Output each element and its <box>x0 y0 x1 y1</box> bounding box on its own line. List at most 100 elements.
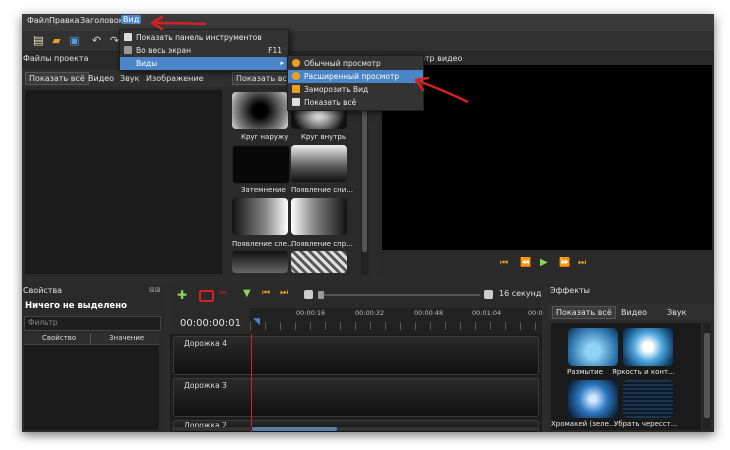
transition-label: Появление сле... <box>232 240 294 248</box>
effect-thumb-blur[interactable] <box>568 328 618 366</box>
timeline-h-scrollbar[interactable] <box>172 427 539 431</box>
timeline-toolbar: ✚ ✂ ▼ ⏮ ⏭ 16 секунд <box>170 287 542 305</box>
submenu-arrow-icon: ▸ <box>280 59 284 67</box>
timeline-ruler[interactable]: 00:00:16 00:00:32 00:00:48 00:01:04 00:0 <box>250 308 543 334</box>
effect-thumb-chromakey[interactable] <box>568 380 618 418</box>
tab-effects-show-all[interactable]: Показать всё <box>552 306 616 319</box>
effects-title: Эффекты <box>550 286 590 295</box>
transition-thumb-partial[interactable] <box>232 251 288 273</box>
effects-panel: Эффекты Показать всё Видео Звук Размытие… <box>548 284 714 432</box>
menu-fullscreen-label: Во весь экран <box>136 46 191 55</box>
track-label: Дорожка 4 <box>184 339 227 348</box>
zoom-in-icon[interactable] <box>484 290 493 299</box>
col-value[interactable]: Значение <box>109 334 144 342</box>
transition-label: Круг наружу <box>241 133 289 141</box>
project-files-list[interactable] <box>25 90 222 274</box>
track-4[interactable]: Дорожка 4 <box>173 336 539 375</box>
jump-end-icon[interactable]: ⏭ <box>578 258 586 268</box>
open-project-icon[interactable]: ▰ <box>50 34 63 47</box>
menu-simple-view[interactable]: Обычный просмотр <box>288 57 423 70</box>
effects-tabs: Показать всё Видео Звук <box>548 304 714 320</box>
fast-forward-icon[interactable]: ⏩ <box>559 258 570 268</box>
effects-list: Размытие Яркость и конт... Хромакей (зел… <box>551 323 701 430</box>
zoom-duration-label: 16 секунд <box>499 289 542 298</box>
radio-icon <box>292 72 300 80</box>
effect-thumb-deinterlace[interactable] <box>623 380 673 418</box>
effects-scrollbar[interactable] <box>703 323 711 430</box>
checkbox-icon <box>124 33 132 41</box>
ruler-tick: 00:01:04 <box>472 309 502 317</box>
tab-effects-video[interactable]: Видео <box>621 308 647 317</box>
next-marker-icon[interactable]: ⏭ <box>280 288 288 298</box>
track-3[interactable]: Дорожка 3 <box>173 378 539 417</box>
preview-title: отр видео <box>420 54 463 63</box>
ruler-tick: 00:00:16 <box>296 309 326 317</box>
transition-thumb-circle-out[interactable] <box>232 92 288 129</box>
zoom-out-icon[interactable] <box>304 290 313 299</box>
transitions-scrollbar[interactable] <box>361 90 368 274</box>
ruler-tick: 00:00:48 <box>414 309 444 317</box>
effect-thumb-brightness[interactable] <box>623 328 673 366</box>
fullscreen-shortcut: F11 <box>268 46 282 55</box>
transition-thumb-stripes[interactable] <box>291 251 347 273</box>
play-icon[interactable]: ▶ <box>540 257 548 268</box>
annotation-arrow-advanced-icon <box>414 76 469 104</box>
menu-show-all-docks[interactable]: Показать всё <box>288 96 423 109</box>
project-files-title: Файлы проекта <box>23 54 89 63</box>
tab-audio[interactable]: Звук <box>120 74 139 83</box>
transition-label: Появление сни... <box>291 186 353 194</box>
app-window: Файл Правка Заголовок Вид ⋮ ▤ ▰ ▣ ↶ ↷ Фа… <box>22 14 714 432</box>
timeline-panel: ✚ ✂ ▼ ⏮ ⏭ 16 секунд 00:00:00:01 00:00:16… <box>170 284 543 432</box>
menu-views[interactable]: Виды ▸ <box>120 57 288 70</box>
tab-show-all[interactable]: Показать всё <box>25 72 89 85</box>
menu-fullscreen[interactable]: Во весь экран F11 <box>120 44 288 57</box>
menu-views-label: Виды <box>136 59 158 68</box>
menu-advanced-view[interactable]: Расширенный просмотр <box>288 70 423 83</box>
tab-video[interactable]: Видео <box>88 74 114 83</box>
menu-simple-view-label: Обычный просмотр <box>304 59 381 68</box>
playhead-marker-icon[interactable]: ◥ <box>253 317 260 327</box>
snap-icon[interactable] <box>199 290 214 302</box>
razor-icon[interactable]: ✂ <box>219 288 227 299</box>
properties-title: Свойства <box>23 286 63 295</box>
effect-label: Убрать чересст... <box>614 420 678 428</box>
annotation-arrow-view-icon <box>150 15 207 31</box>
zoom-slider-handle[interactable] <box>318 291 324 299</box>
ruler-tick: 00:00:32 <box>355 309 385 317</box>
menu-view[interactable]: Вид <box>121 15 142 24</box>
transition-thumb-fade-right[interactable] <box>291 198 347 235</box>
effect-label: Хромакей (зеле... <box>551 420 616 428</box>
col-property[interactable]: Свойство <box>42 334 76 342</box>
menu-title[interactable]: Заголовок <box>80 16 124 25</box>
properties-close-icon[interactable]: ⊠⊠ <box>149 286 161 294</box>
save-project-icon[interactable]: ▣ <box>68 34 81 47</box>
menu-advanced-view-label: Расширенный просмотр <box>304 72 400 81</box>
transition-label: Затемнение <box>241 186 286 194</box>
tab-effects-audio[interactable]: Звук <box>667 308 686 317</box>
properties-filter-input[interactable]: Фильтр <box>24 316 161 331</box>
transition-thumb-fade[interactable] <box>232 145 290 184</box>
menu-edit[interactable]: Правка <box>49 16 79 25</box>
add-marker-icon[interactable]: ▼ <box>243 288 251 299</box>
jump-start-icon[interactable]: ⏮ <box>500 258 508 268</box>
new-project-icon[interactable]: ▤ <box>32 34 45 47</box>
add-track-icon[interactable]: ✚ <box>177 288 187 302</box>
transition-label: Появление спр... <box>291 240 353 248</box>
menu-freeze-view[interactable]: Заморозить Вид <box>288 83 423 96</box>
transition-thumb-fade-left[interactable] <box>232 198 288 235</box>
previous-marker-icon[interactable]: ⏮ <box>262 288 270 298</box>
menu-file[interactable]: Файл <box>27 16 49 25</box>
ruler-tick: 00:0 <box>528 309 543 317</box>
rewind-icon[interactable]: ⏪ <box>520 258 531 268</box>
tab-image[interactable]: Изображение <box>146 74 204 83</box>
project-files-panel: Файлы проекта Показать всё Видео Звук Из… <box>22 52 227 276</box>
radio-icon <box>292 59 300 67</box>
menu-show-all-label: Показать всё <box>304 98 357 107</box>
undo-icon[interactable]: ↶ <box>90 34 103 47</box>
properties-panel: Свойства ⊠⊠ Ничего не выделено Фильтр Св… <box>22 284 164 432</box>
playhead-line[interactable] <box>251 334 252 432</box>
zoom-slider[interactable] <box>318 294 480 296</box>
views-submenu: Обычный просмотр Расширенный просмотр За… <box>287 55 424 111</box>
transition-thumb-fade-bottom[interactable] <box>291 145 347 182</box>
lock-icon <box>292 85 300 93</box>
